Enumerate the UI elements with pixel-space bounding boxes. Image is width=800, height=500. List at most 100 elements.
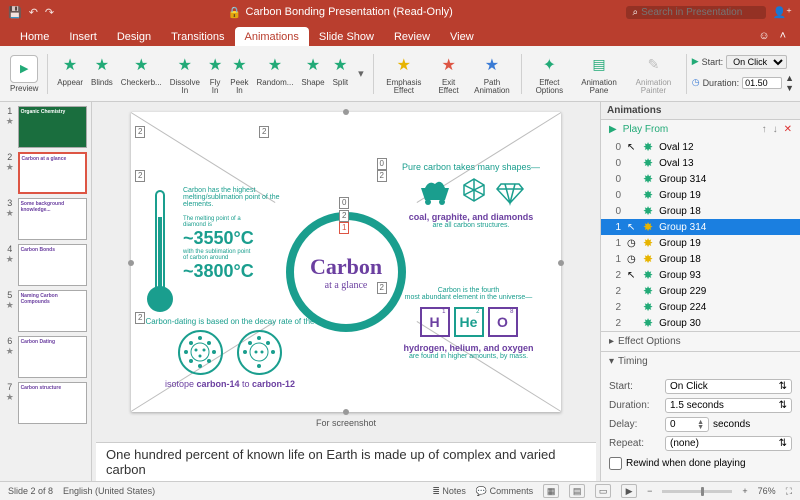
- animation-row[interactable]: 2✸Group 229: [601, 283, 800, 299]
- move-up-icon[interactable]: ↑: [762, 124, 767, 135]
- anim-order-tag[interactable]: 0: [339, 197, 349, 209]
- view-reading-button[interactable]: ▭: [595, 484, 611, 498]
- search-icon: ⌕: [632, 7, 638, 18]
- start-select[interactable]: On Click: [726, 55, 787, 69]
- tab-review[interactable]: Review: [384, 27, 440, 46]
- effect-options-section[interactable]: ▸ Effect Options: [601, 331, 800, 351]
- anim-order-tag[interactable]: 1: [339, 222, 349, 234]
- entrance-shape[interactable]: ★Shape: [297, 53, 328, 95]
- thumbnail[interactable]: Organic Chemistry: [18, 106, 87, 148]
- thumbnail[interactable]: Naming Carbon Compounds: [18, 290, 87, 332]
- save-icon[interactable]: 💾: [8, 6, 22, 19]
- entrance-checkerb...[interactable]: ★Checkerb...: [117, 53, 166, 95]
- search-input[interactable]: [641, 7, 760, 18]
- tab-slideshow[interactable]: Slide Show: [309, 27, 384, 46]
- document-title: Carbon Bonding Presentation (Read-Only): [246, 6, 453, 18]
- animation-row[interactable]: 2✸Group 30: [601, 315, 800, 331]
- zoom-out-icon[interactable]: −: [647, 486, 652, 496]
- duration-input[interactable]: [742, 77, 782, 89]
- entrance-fly in[interactable]: ★Fly In: [204, 53, 226, 95]
- atom-icon: [237, 330, 282, 375]
- animation-painter-button[interactable]: ✎ Animation Painter: [626, 53, 681, 95]
- thumbnail[interactable]: Carbon at a glance: [18, 152, 87, 194]
- timing-section[interactable]: ▾ Timing: [601, 351, 800, 371]
- path-animation-button[interactable]: ★ Path Animation: [468, 53, 516, 95]
- status-notes[interactable]: ≣ Notes: [432, 486, 466, 497]
- anim-order-tag[interactable]: 2: [339, 210, 349, 222]
- view-slideshow-button[interactable]: ▶: [621, 484, 637, 498]
- entrance-peek in[interactable]: ★Peek In: [226, 53, 252, 95]
- timing-start-select[interactable]: On Click⇅: [665, 379, 792, 394]
- animation-row[interactable]: 1◷✸Group 18: [601, 251, 800, 267]
- tab-animations[interactable]: Animations: [235, 27, 309, 46]
- user-icon[interactable]: 👤⁺: [772, 6, 792, 19]
- graphite-icon: [459, 176, 489, 206]
- anim-order-tag[interactable]: 2: [377, 282, 387, 294]
- animation-row[interactable]: 0✸Group 19: [601, 187, 800, 203]
- diamond-icon: [495, 176, 525, 206]
- preview-button[interactable]: ▶ Preview: [6, 55, 42, 93]
- animation-row[interactable]: 0✸Group 314: [601, 171, 800, 187]
- entrance-dissolve in[interactable]: ★Dissolve In: [166, 53, 204, 95]
- undo-icon[interactable]: ↶: [29, 6, 38, 19]
- move-down-icon[interactable]: ↓: [773, 124, 778, 135]
- tab-view[interactable]: View: [440, 27, 484, 46]
- tab-transitions[interactable]: Transitions: [161, 27, 234, 46]
- element-box: He2: [454, 307, 484, 337]
- zoom-value[interactable]: 76%: [758, 486, 776, 496]
- entrance-split[interactable]: ★Split: [329, 53, 353, 95]
- slide[interactable]: Carbon at a glance Carbon has the highes…: [131, 112, 561, 412]
- animation-row[interactable]: 0↖✸Oval 12: [601, 139, 800, 155]
- duration-spinner[interactable]: ▲▼: [785, 73, 794, 93]
- animation-row[interactable]: 1◷✸Group 19: [601, 235, 800, 251]
- thumbnail[interactable]: Carbon structure: [18, 382, 87, 424]
- entrance-blinds[interactable]: ★Blinds: [87, 53, 117, 95]
- lock-icon: 🔒: [228, 6, 242, 19]
- anim-order-tag[interactable]: 2: [135, 312, 145, 324]
- smiley-icon[interactable]: ☺: [758, 30, 769, 42]
- collapse-ribbon-icon[interactable]: ˄: [780, 30, 786, 42]
- notes-area[interactable]: One hundred percent of known life on Ear…: [96, 442, 596, 481]
- thumbnail[interactable]: Carbon Bonds: [18, 244, 87, 286]
- tab-home[interactable]: Home: [10, 27, 59, 46]
- animation-row[interactable]: 0✸Group 18: [601, 203, 800, 219]
- status-lang[interactable]: English (United States): [63, 486, 155, 496]
- tab-design[interactable]: Design: [107, 27, 161, 46]
- view-normal-button[interactable]: ▦: [543, 484, 559, 498]
- tab-insert[interactable]: Insert: [59, 27, 107, 46]
- timing-delay-input[interactable]: 0▲▼: [665, 417, 709, 432]
- emphasis-effect-button[interactable]: ★ Emphasis Effect: [378, 53, 429, 95]
- zoom-slider[interactable]: [662, 490, 732, 493]
- entrance-appear[interactable]: ★Appear: [53, 53, 87, 95]
- delete-icon[interactable]: ✕: [784, 124, 792, 135]
- animation-row[interactable]: 1↖✸Group 314: [601, 219, 800, 235]
- exit-effect-button[interactable]: ★ Exit Effect: [431, 53, 466, 95]
- entrance-random...[interactable]: ★Random...: [253, 53, 298, 95]
- animation-pane-button[interactable]: ▤ Animation Pane: [574, 53, 624, 95]
- play-icon[interactable]: ▶: [609, 124, 617, 135]
- thumbnail[interactable]: Carbon Dating: [18, 336, 87, 378]
- animation-row[interactable]: 2✸Group 224: [601, 299, 800, 315]
- thumbnail[interactable]: Some background knowledge...: [18, 198, 87, 240]
- anim-order-tag[interactable]: 2: [135, 126, 145, 138]
- status-comments[interactable]: 💬 Comments: [476, 486, 533, 497]
- entrance-more-icon[interactable]: ▾: [354, 67, 368, 80]
- fit-icon[interactable]: ⛶: [786, 486, 792, 497]
- anim-order-tag[interactable]: 2: [259, 126, 269, 138]
- timing-repeat-select[interactable]: (none)⇅: [665, 436, 792, 451]
- timing-duration-select[interactable]: 1.5 seconds⇅: [665, 398, 792, 413]
- status-slide: Slide 2 of 8: [8, 486, 53, 496]
- anim-order-tag[interactable]: 2: [377, 170, 387, 182]
- zoom-in-icon[interactable]: +: [742, 486, 747, 496]
- animation-row[interactable]: 2↖✸Group 93: [601, 267, 800, 283]
- animation-row[interactable]: 0✸Oval 13: [601, 155, 800, 171]
- rewind-checkbox[interactable]: [609, 457, 622, 470]
- redo-icon[interactable]: ↷: [45, 6, 54, 19]
- slide-caption: For screenshot: [316, 418, 376, 428]
- anim-order-tag[interactable]: 0: [377, 158, 387, 170]
- anim-order-tag[interactable]: 2: [135, 170, 145, 182]
- view-sorter-button[interactable]: ▤: [569, 484, 585, 498]
- search-box[interactable]: ⌕: [626, 6, 766, 19]
- play-from-label[interactable]: Play From: [623, 124, 669, 135]
- effect-options-button[interactable]: ✦ Effect Options: [527, 53, 572, 95]
